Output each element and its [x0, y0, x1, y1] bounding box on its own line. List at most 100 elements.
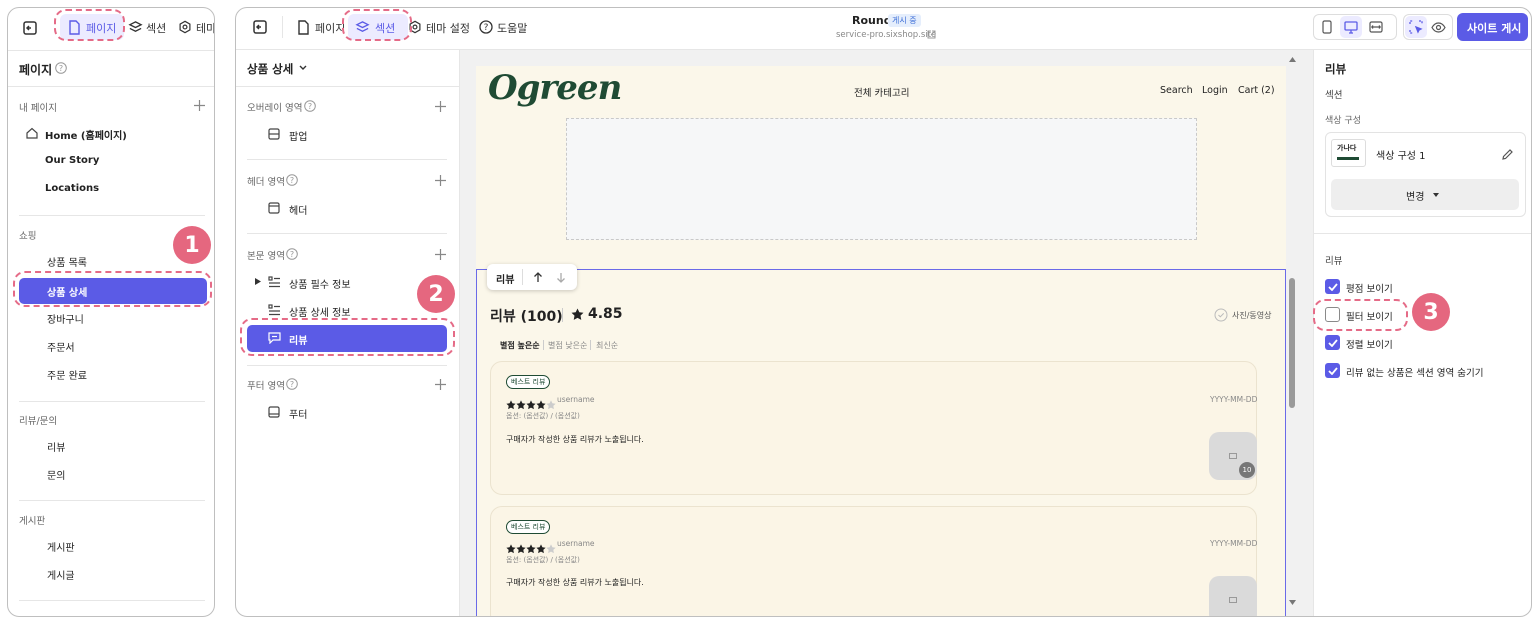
section-item-header[interactable]: 헤더 [289, 202, 307, 217]
move-down-icon[interactable] [554, 270, 568, 284]
tab-pages-label[interactable]: 페이지 [315, 20, 345, 36]
logo[interactable]: Ogreen [488, 68, 622, 108]
star-icon [570, 307, 584, 321]
add-section-icon[interactable] [433, 99, 447, 113]
tab-help-label[interactable]: 도움말 [497, 20, 527, 36]
color-scheme-name: 색상 구성 1 [1376, 151, 1426, 162]
show-rating-checkbox[interactable] [1325, 279, 1340, 294]
sort-high-rating[interactable]: 별점 높은순 [500, 340, 540, 351]
cursor-select-icon [1407, 18, 1425, 36]
tab-sections-label[interactable]: 섹션 [146, 20, 166, 36]
svg-text:?: ? [290, 176, 294, 185]
my-pages-heading: 내 페이지 [19, 103, 57, 114]
site-url[interactable]: service-pro.sixshop.site [836, 30, 936, 40]
scroll-up-icon[interactable] [1286, 54, 1298, 64]
page-item-home[interactable]: Home (홈페이지) [45, 127, 127, 142]
sort-latest[interactable]: 최신순 [596, 340, 618, 351]
highlight-pages-tab [54, 9, 125, 41]
nav-login[interactable]: Login [1202, 85, 1228, 96]
add-page-icon[interactable] [192, 98, 206, 112]
add-section-icon[interactable] [433, 377, 447, 391]
show-rating-label: 평점 보이기 [1346, 284, 1393, 295]
fullwidth-icon[interactable] [1367, 18, 1385, 36]
caret-down-icon [1432, 191, 1440, 199]
exit-icon[interactable] [250, 17, 270, 37]
section-toolbar-label: 리뷰 [496, 275, 515, 286]
review-username: username [557, 539, 595, 548]
help-icon[interactable]: ? [285, 173, 299, 187]
review-options: 옵션: (옵션값) / (옵션값) [506, 412, 580, 420]
change-button[interactable] [1331, 179, 1519, 210]
settings-section-label: 섹션 [1325, 90, 1343, 101]
best-review-badge: 베스트 리뷰 [506, 520, 551, 534]
chevron-down-icon[interactable] [297, 62, 309, 74]
tab-theme-label[interactable]: 테마 [196, 20, 214, 36]
section-item-product-info[interactable]: 상품 필수 정보 [289, 276, 351, 291]
sort-low-rating[interactable]: 별점 낮은순 [548, 340, 587, 351]
page-item-review[interactable]: 리뷰 [47, 439, 65, 454]
tab-theme-label[interactable]: 테마 설정 [426, 20, 470, 36]
page-item-inquiry[interactable]: 문의 [47, 467, 65, 482]
group-header-heading: 헤더 영역 [247, 177, 285, 188]
page-item-our-story[interactable]: Our Story [45, 155, 99, 166]
section-item-footer[interactable]: 푸터 [289, 406, 307, 421]
nav-cart[interactable]: Cart (2) [1238, 85, 1275, 96]
review-date: YYYY-MM-DD [1210, 395, 1258, 404]
page-item-order-complete[interactable]: 주문 완료 [47, 367, 87, 382]
highlight-review-section [240, 318, 455, 356]
status-badge: 게시 중 [888, 14, 921, 27]
exit-icon[interactable] [20, 18, 40, 38]
help-icon[interactable]: ? [54, 61, 68, 75]
page-item-post[interactable]: 게시글 [47, 567, 75, 582]
page-item-checkout[interactable]: 주문서 [47, 339, 75, 354]
page-item-locations[interactable]: Locations [45, 183, 99, 194]
help-icon[interactable]: ? [285, 247, 299, 261]
list-section-icon [267, 303, 281, 317]
edit-pencil-icon[interactable] [1500, 147, 1514, 161]
site-name: Round [852, 14, 892, 27]
popup-icon [267, 127, 281, 141]
group-footer-heading: 푸터 영역 [247, 381, 285, 392]
photo-filter[interactable]: 사진/동영상 [1232, 310, 1272, 321]
move-up-icon[interactable] [531, 270, 545, 284]
page-item-board[interactable]: 게시판 [47, 539, 75, 554]
check-circle-icon[interactable] [1213, 307, 1229, 323]
section-item-popup[interactable]: 팝업 [289, 128, 307, 143]
page-selector[interactable]: 상품 상세 [247, 61, 293, 77]
help-icon[interactable]: ? [285, 377, 299, 391]
add-section-icon[interactable] [433, 247, 447, 261]
settings-title: 리뷰 [1325, 62, 1347, 76]
add-section-icon[interactable] [433, 173, 447, 187]
scroll-down-icon[interactable] [1286, 597, 1298, 607]
section-item-product-detail[interactable]: 상품 상세 정보 [289, 304, 351, 319]
svg-text:?: ? [59, 64, 63, 73]
desktop-icon [1342, 18, 1360, 36]
canvas-scrollbar[interactable] [1289, 278, 1295, 408]
color-scheme-label: 색상 구성 [1325, 116, 1361, 126]
callout-1: 1 [173, 226, 211, 264]
star-rating [506, 395, 556, 410]
hide-empty-checkbox[interactable] [1325, 363, 1340, 378]
list-section-icon [267, 275, 281, 289]
change-button-label: 변경 [1406, 192, 1425, 203]
nav-search[interactable]: Search [1160, 85, 1193, 96]
mobile-icon[interactable] [1318, 18, 1336, 36]
show-sort-checkbox[interactable] [1325, 335, 1340, 350]
review-title: 리뷰 (100) [490, 309, 563, 325]
board-heading: 게시판 [19, 516, 46, 527]
rating-value: 4.85 [588, 306, 623, 322]
layers-icon [126, 18, 144, 36]
highlight-sections-tab [342, 9, 412, 41]
page-item-cart[interactable]: 장바구니 [47, 311, 84, 326]
external-link-icon[interactable] [926, 29, 936, 39]
review-image-thumb[interactable] [1209, 576, 1257, 616]
help-icon[interactable]: ? [303, 99, 317, 113]
page-item-product-list[interactable]: 상품 목록 [47, 254, 87, 269]
star-rating [506, 539, 556, 554]
review-options: 옵션: (옵션값) / (옵션값) [506, 556, 580, 564]
header-section-icon [267, 201, 281, 215]
expand-triangle-icon[interactable] [253, 276, 263, 286]
highlight-product-detail [13, 271, 212, 307]
nav-categories[interactable]: 전체 카테고리 [854, 85, 909, 99]
eye-icon[interactable] [1429, 18, 1447, 36]
